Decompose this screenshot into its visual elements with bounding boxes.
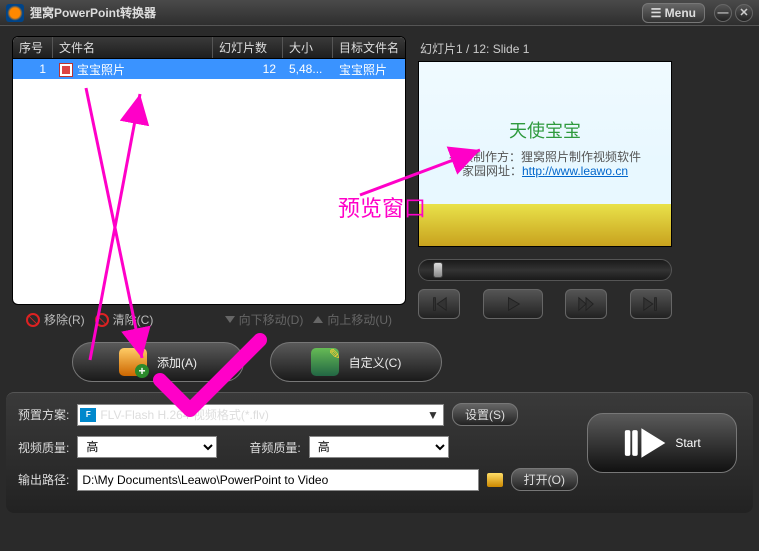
profile-combo[interactable]: F FLV-Flash H.264 视频格式(*.flv) ▼ [77,404,444,426]
annotation-preview-label: 预览窗口 [338,196,426,222]
browse-folder-icon[interactable] [487,473,503,487]
slide-subtitle: 视频制作方：狸窝照片制作视频软件 家园网址：http://www.leawo.c… [419,150,671,178]
video-quality-label: 视频质量: [18,439,69,456]
profile-label: 预置方案: [18,406,69,423]
settings-button[interactable]: 设置(S) [452,403,518,426]
col-name[interactable]: 文件名 [53,37,213,58]
slide-title: 天使宝宝 [419,117,671,143]
output-path-label: 输出路径: [18,471,69,488]
video-quality-select[interactable]: 高 [77,436,217,458]
add-icon [119,348,147,376]
customize-button[interactable]: 自定义(C) [270,342,442,382]
menu-button[interactable]: ☰ Menu [642,3,705,23]
open-button[interactable]: 打开(O) [511,468,578,491]
start-button[interactable]: Start [587,413,737,473]
prev-button[interactable] [418,289,460,319]
customize-icon [311,348,339,376]
col-size[interactable]: 大小 [283,37,333,58]
clear-icon: ＼ [95,313,109,327]
col-slides[interactable]: 幻灯片数 [213,37,283,58]
close-button[interactable]: ✕ [735,4,753,22]
movedown-button[interactable]: 向下移动(D) [225,311,304,328]
seek-bar[interactable] [418,259,672,281]
remove-button[interactable]: ＼移除(R) [26,311,85,328]
audio-quality-select[interactable]: 高 [309,436,449,458]
arrow-down-icon [225,316,235,323]
chevron-down-icon[interactable]: ▼ [425,408,441,422]
output-path-input[interactable] [77,469,478,491]
moveup-button[interactable]: 向上移动(U) [313,311,392,328]
remove-icon: ＼ [26,313,40,327]
add-button[interactable]: 添加(A) [72,342,244,382]
table-row[interactable]: 1 宝宝照片 12 5,48... 宝宝照片 [13,59,405,79]
seek-knob[interactable] [433,262,443,278]
slide-counter: 幻灯片1 / 12: Slide 1 [418,36,672,61]
file-list[interactable]: 序号 文件名 幻灯片数 大小 目标文件名 1 宝宝照片 12 5,48... 宝… [12,36,406,305]
play-button[interactable] [483,289,543,319]
app-logo-icon [6,4,24,22]
fwd-button[interactable] [565,289,607,319]
preview-slide: 天使宝宝 视频制作方：狸窝照片制作视频软件 家园网址：http://www.le… [418,61,672,247]
minimize-button[interactable]: — [714,4,732,22]
col-seq[interactable]: 序号 [13,37,53,58]
clear-button[interactable]: ＼清除(C) [95,311,154,328]
col-target[interactable]: 目标文件名 [333,37,405,58]
app-title: 狸窝PowerPoint转换器 [30,4,156,21]
arrow-up-icon [313,316,323,323]
audio-quality-label: 音频质量: [249,439,300,456]
next-button[interactable] [630,289,672,319]
ppt-icon [59,63,73,77]
flv-icon: F [80,408,96,422]
